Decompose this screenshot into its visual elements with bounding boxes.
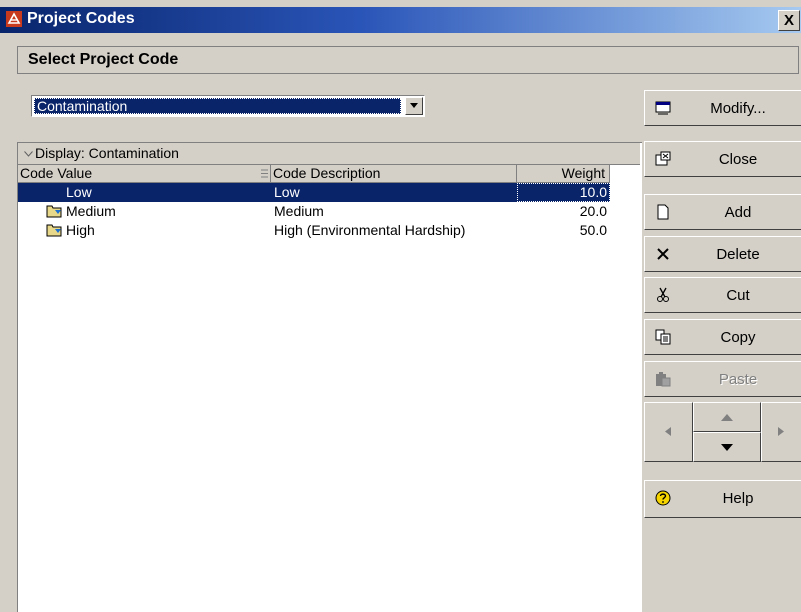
group-label-text: Display: Contamination	[35, 145, 179, 161]
project-codes-table: Display: Contamination Code Value Code D…	[17, 142, 642, 612]
x-delete-icon	[657, 248, 669, 260]
project-code-selected-value: Contamination	[34, 98, 401, 114]
code-description-cell: Medium	[274, 203, 324, 219]
cut-label: Cut	[726, 287, 750, 304]
section-header: Select Project Code	[17, 46, 799, 74]
chevron-down-icon	[410, 103, 418, 108]
column-header-code-value[interactable]: Code Value	[18, 165, 271, 183]
close-window-icon	[655, 151, 671, 166]
move-right-button[interactable]	[761, 402, 801, 462]
modify-button[interactable]: Modify...	[644, 90, 801, 126]
arrow-right-icon	[778, 427, 784, 436]
delete-label: Delete	[716, 246, 760, 263]
weight-cell[interactable]: 10.0	[517, 183, 610, 202]
close-label: Close	[718, 151, 758, 168]
project-codes-icon	[6, 11, 22, 27]
code-description-cell: Low	[271, 183, 517, 202]
group-by-header[interactable]: Display: Contamination	[18, 143, 640, 165]
column-header-weight-label: Weight	[561, 165, 605, 181]
modify-icon	[655, 101, 671, 115]
code-description-cell: High (Environmental Hardship)	[274, 222, 466, 238]
column-header-code-description-label: Code Description	[273, 165, 381, 181]
paste-icon	[656, 372, 671, 387]
arrow-left-icon	[665, 427, 671, 436]
new-document-icon	[657, 204, 669, 220]
code-value-cell: Medium	[66, 203, 116, 219]
column-header-weight[interactable]: Weight	[517, 165, 610, 183]
close-button[interactable]: Close	[644, 141, 801, 177]
scissors-icon	[657, 287, 669, 302]
move-down-button[interactable]	[693, 432, 761, 462]
move-controls	[644, 402, 801, 464]
code-value-cell: High	[66, 222, 95, 238]
cut-button[interactable]: Cut	[644, 277, 801, 313]
project-codes-window: Project Codes X Select Project Code Cont…	[0, 0, 801, 612]
copy-button[interactable]: Copy	[644, 319, 801, 355]
table-row[interactable]: Low Low 10.0	[18, 183, 640, 202]
arrow-up-icon	[721, 414, 733, 421]
project-code-select[interactable]: Contamination	[31, 95, 425, 117]
help-button[interactable]: Help	[644, 480, 801, 518]
move-left-button[interactable]	[644, 402, 693, 462]
window-close-button[interactable]: X	[778, 10, 800, 31]
weight-cell[interactable]: 50.0	[517, 221, 610, 240]
arrow-down-icon	[721, 444, 733, 451]
sort-icon	[261, 169, 268, 178]
copy-icon	[655, 329, 671, 345]
code-value-cell: Low	[18, 183, 271, 202]
table-row[interactable]: Medium Medium 20.0	[18, 202, 640, 221]
group-label: Display: Contamination	[24, 145, 179, 161]
weight-cell[interactable]: 20.0	[517, 202, 610, 221]
copy-label: Copy	[720, 329, 756, 346]
table-row[interactable]: High High (Environmental Hardship) 50.0	[18, 221, 640, 240]
delete-button[interactable]: Delete	[644, 236, 801, 272]
section-title: Select Project Code	[28, 51, 179, 68]
add-button[interactable]: Add	[644, 194, 801, 230]
column-header-code-value-label: Code Value	[20, 165, 93, 181]
paste-button[interactable]: Paste	[644, 361, 801, 397]
window-title: Project Codes	[27, 10, 135, 27]
modify-label: Modify...	[710, 100, 766, 117]
move-up-button[interactable]	[693, 402, 761, 432]
add-label: Add	[724, 204, 752, 221]
help-icon	[655, 490, 671, 506]
help-label: Help	[722, 490, 754, 507]
dropdown-button[interactable]	[405, 97, 423, 115]
title-bar[interactable]: Project Codes X	[0, 7, 801, 33]
collapse-chevron-icon	[24, 151, 33, 158]
column-header-code-description[interactable]: Code Description	[271, 165, 517, 183]
paste-label: Paste	[718, 371, 758, 388]
